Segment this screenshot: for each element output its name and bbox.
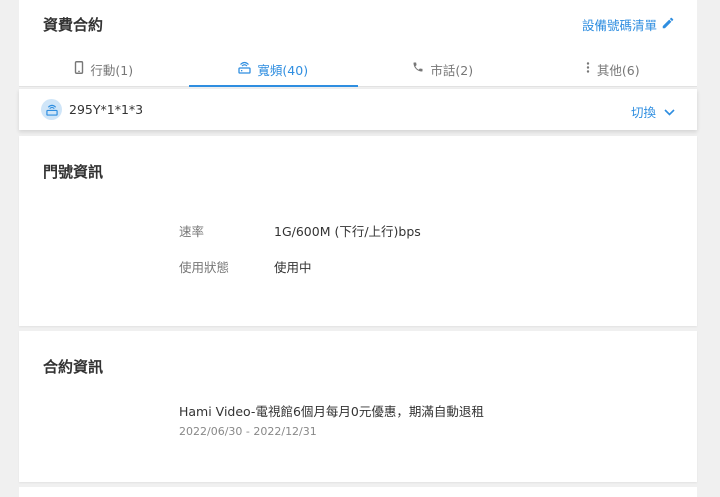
switch-account-label: 切換 [630,105,656,120]
line-info-card: 門號資訊 速率 1G/600M (下行/上行)bps 使用狀態 使用中 [19,136,697,326]
contract-info-card: 合約資訊 Hami Video-電視館6個月每月0元優惠，期滿自動退租 2022… [19,331,697,482]
line-info-title: 門號資訊 [43,163,104,181]
chevron-down-icon [664,104,675,119]
tab-mobile-label: 行動(1) [90,63,134,78]
telephone-icon [412,61,424,73]
promotion-period: 2022/06/30 - 2022/12/31 [179,425,317,438]
speed-row: 速率 1G/600M (下行/上行)bps [179,221,421,240]
tab-other-label: 其他(6) [596,63,640,78]
tab-landline[interactable]: 市話(2) [358,50,528,87]
tab-broadband[interactable]: 寬頻(40) [188,50,359,87]
device-number-list-label: 設備號碼清單 [581,18,657,33]
tab-broadband-label: 寬頻(40) [257,63,309,78]
status-row: 使用狀態 使用中 [179,257,312,276]
service-tabs: 行動(1) 寬頻(40) 市話(2) 其他(6) [19,50,697,87]
contract-header-card: 資費合約 設備號碼清單 行動(1) 寬頻(40) 市話(2) 其他(6) [19,0,697,87]
account-number: 295Y*1*1*3 [69,102,144,117]
router-icon [238,61,252,74]
mobile-phone-icon [74,61,84,74]
speed-label: 速率 [179,224,205,239]
page-title: 資費合約 [43,16,104,34]
tab-landline-label: 市話(2) [430,63,474,78]
speed-value: 1G/600M (下行/上行)bps [274,224,421,239]
router-icon [41,99,62,120]
next-card [19,487,697,497]
account-selector: 295Y*1*1*3 切換 [19,89,697,130]
contract-info-title: 合約資訊 [43,358,104,376]
device-number-list-link[interactable]: 設備號碼清單 [582,15,675,34]
tab-mobile[interactable]: 行動(1) [19,50,189,87]
status-value: 使用中 [274,260,312,275]
switch-account-button[interactable]: 切換 [631,102,675,121]
status-label: 使用狀態 [179,260,230,275]
tab-other[interactable]: 其他(6) [528,50,698,87]
more-vertical-icon [585,61,591,74]
pencil-icon [661,16,675,33]
promotion-name: Hami Video-電視館6個月每月0元優惠，期滿自動退租 [179,404,484,419]
